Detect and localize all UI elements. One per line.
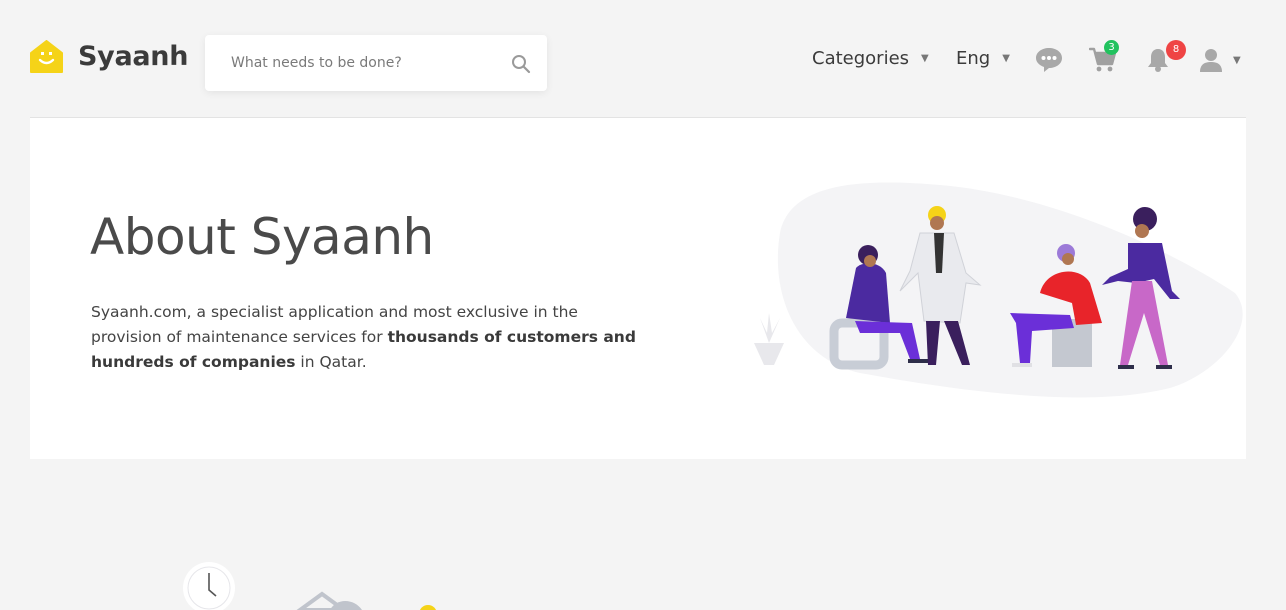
messages-button[interactable] [1035,47,1063,77]
cart-button[interactable]: 3 [1088,40,1119,75]
page-title: About Syaanh [90,208,434,266]
user-avatar-icon [1200,49,1222,72]
notifications-count-badge: 8 [1166,40,1186,60]
about-description: Syaanh.com, a specialist application and… [91,303,636,371]
categories-menu[interactable]: Categories ▼ [812,48,929,69]
chat-icon [1036,48,1062,72]
cart-count-badge: 3 [1104,40,1119,55]
categories-label: Categories [812,48,910,69]
language-label: Eng [956,48,991,69]
search-icon[interactable] [511,54,531,74]
logo[interactable]: Syaanh [30,40,188,73]
search-box [205,35,547,91]
chevron-down-icon: ▼ [1233,54,1241,66]
brand-name: Syaanh [78,41,189,72]
search-input[interactable] [229,54,503,72]
bottom-illustration [183,562,437,610]
team-illustration [754,182,1243,398]
house-logo-icon [30,40,63,73]
about-section: About Syaanh Syaanh.com, a specialist ap… [30,118,1246,459]
top-navbar: Syaanh Categories ▼ Eng ▼ 3 [0,0,1286,117]
chevron-down-icon: ▼ [1002,53,1010,64]
notifications-button[interactable]: 8 [1146,40,1186,75]
user-menu[interactable]: ▼ [1199,48,1241,72]
language-select[interactable]: Eng ▼ [956,48,1010,69]
chevron-down-icon: ▼ [921,53,929,64]
